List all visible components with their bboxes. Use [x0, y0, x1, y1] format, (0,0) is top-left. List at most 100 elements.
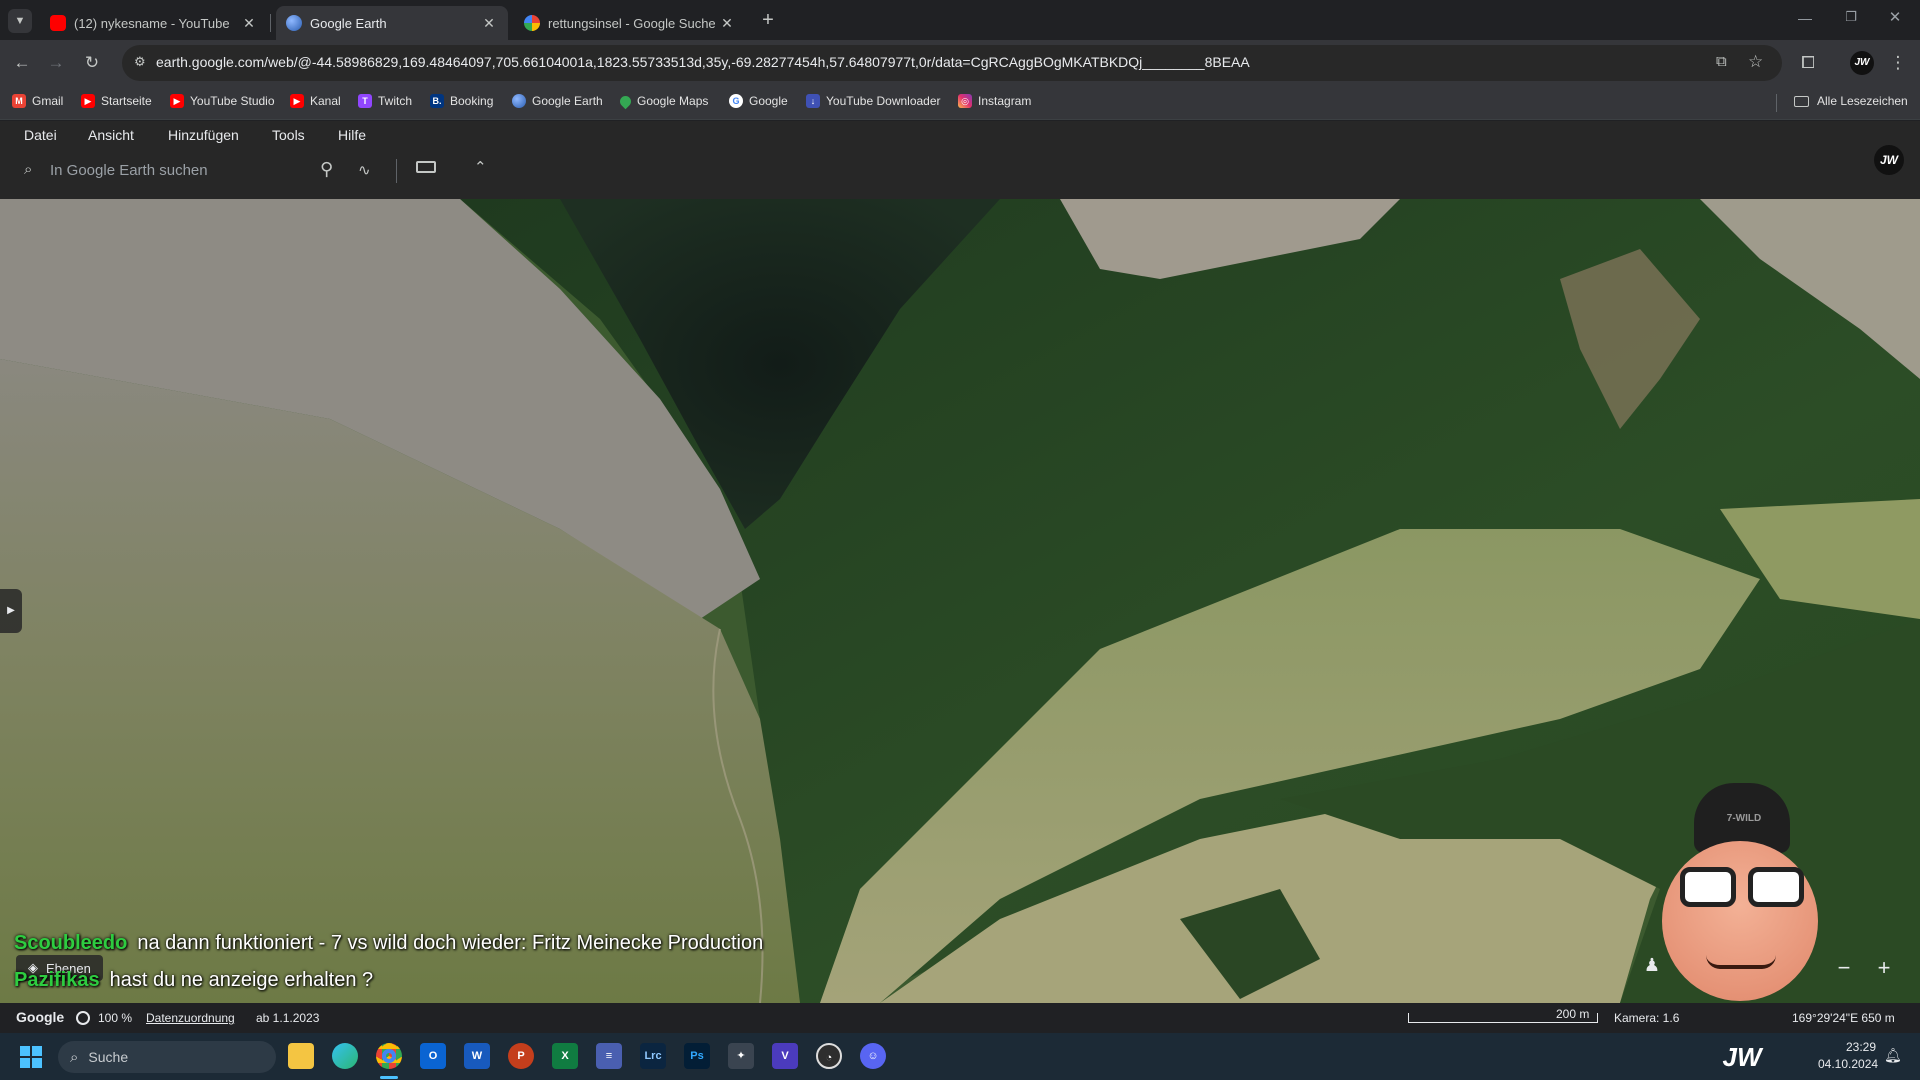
bookmark-youtube-studio[interactable]: ▶ YouTube Studio — [170, 94, 275, 108]
url-text[interactable]: earth.google.com/web/@-44.58986829,169.4… — [156, 54, 1250, 70]
menu-hilfe[interactable]: Hilfe — [338, 127, 366, 143]
tab-google-earth[interactable]: Google Earth ✕ — [276, 6, 508, 40]
chrome-icon[interactable] — [376, 1043, 402, 1069]
lightroom-classic-icon[interactable]: Lrc — [640, 1043, 666, 1069]
zoom-out-button[interactable]: − — [1830, 955, 1858, 983]
davinci-icon[interactable]: ✦ — [728, 1043, 754, 1069]
tab-youtube[interactable]: (12) nykesname - YouTube ✕ — [40, 6, 268, 40]
booking-icon: B. — [430, 94, 444, 108]
bookmark-booking[interactable]: B. Booking — [430, 94, 493, 108]
avatar-hat-text: 7-WILD — [1726, 813, 1762, 824]
close-icon[interactable]: ✕ — [480, 15, 498, 32]
earth-favicon-icon — [286, 15, 302, 31]
bookmark-instagram[interactable]: ◎ Instagram — [958, 94, 1031, 108]
obs-icon[interactable]: ◔ — [816, 1043, 842, 1069]
bookmark-star-icon[interactable]: ☆ — [1748, 52, 1763, 72]
restore-button[interactable]: ❐ — [1836, 9, 1866, 29]
earth-header: Datei Ansicht Hinzufügen Tools Hilfe ⌕ ⚲… — [0, 121, 1920, 199]
placemark-icon[interactable]: ⚲ — [320, 159, 333, 180]
install-app-icon[interactable]: ⧉ — [1716, 53, 1727, 70]
path-icon[interactable]: ∿ — [358, 161, 371, 179]
avatar-mouth — [1706, 955, 1776, 969]
google-brand: Google — [16, 1009, 65, 1025]
earth-icon — [512, 94, 526, 108]
camera-altitude: Kamera: 1.6 — [1614, 1011, 1680, 1025]
site-info-icon[interactable]: ⚙ — [134, 54, 146, 70]
bookmark-gmail[interactable]: M Gmail — [12, 94, 63, 108]
gmail-icon: M — [12, 94, 26, 108]
arrow-left-icon: ← — [13, 53, 31, 72]
folder-icon — [1794, 95, 1809, 107]
earth-3d-view[interactable]: ▶ Scoubleedo na dann funktioniert - 7 vs … — [0, 199, 1920, 1003]
bookmark-google[interactable]: G Google — [729, 94, 788, 108]
clock-date[interactable]: 04.10.2024 — [1818, 1057, 1878, 1071]
address-bar[interactable]: ⚙ earth.google.com/web/@-44.58986829,169… — [122, 45, 1782, 81]
maps-pin-icon — [617, 93, 634, 109]
edge-icon[interactable] — [332, 1043, 358, 1069]
outlook-icon[interactable]: O — [420, 1043, 446, 1069]
notification-bell-icon[interactable]: 🔔︎ — [1884, 1047, 1902, 1064]
bookmark-google-earth[interactable]: Google Earth — [512, 94, 603, 108]
close-window-button[interactable]: ✕ — [1880, 8, 1910, 28]
reload-button[interactable]: ↻ — [80, 51, 104, 75]
youtube-icon: ▶ — [170, 94, 184, 108]
back-button[interactable]: ← — [10, 51, 34, 75]
clock-time[interactable]: 23:29 — [1846, 1040, 1876, 1054]
search-icon: ⌕ — [24, 161, 33, 178]
search-input[interactable] — [50, 158, 290, 182]
powerpoint-icon[interactable]: P — [508, 1043, 534, 1069]
app-icon[interactable]: ≡ — [596, 1043, 622, 1069]
vegas-icon[interactable]: V — [772, 1043, 798, 1069]
discord-icon[interactable]: ☺ — [860, 1043, 886, 1069]
bookmark-twitch[interactable]: T Twitch — [358, 94, 412, 108]
taskbar-search[interactable]: ⌕ Suche — [58, 1041, 276, 1073]
ruler-icon[interactable] — [416, 161, 436, 173]
file-explorer-icon[interactable] — [288, 1043, 314, 1069]
collapse-toolbar-icon[interactable]: ⌃ — [474, 158, 487, 176]
tab-strip: ▼ (12) nykesname - YouTube ✕ Google Eart… — [0, 0, 1920, 40]
word-icon[interactable]: W — [464, 1043, 490, 1069]
menu-datei[interactable]: Datei — [24, 127, 57, 143]
menu-tools[interactable]: Tools — [272, 127, 305, 143]
minus-icon: − — [1837, 955, 1851, 980]
zoom-in-button[interactable]: + — [1870, 955, 1898, 983]
account-avatar[interactable]: JW — [1874, 145, 1904, 175]
menu-ansicht[interactable]: Ansicht — [88, 127, 134, 143]
bookmark-kanal[interactable]: ▶ Kanal — [290, 94, 341, 108]
bookmark-startseite[interactable]: ▶ Startseite — [81, 94, 152, 108]
kebab-menu-icon: ⋮ — [1889, 53, 1907, 72]
close-icon[interactable]: ✕ — [240, 15, 258, 32]
reload-icon: ↻ — [84, 53, 100, 72]
side-panel-toggle[interactable]: ▶ — [0, 589, 22, 633]
tab-search-button[interactable]: ▼ — [8, 9, 32, 33]
excel-icon[interactable]: X — [552, 1043, 578, 1069]
all-bookmarks-button[interactable]: Alle Lesezeichen — [1794, 94, 1908, 108]
bookmark-youtube-downloader[interactable]: ↓ YouTube Downloader — [806, 94, 941, 108]
restore-icon: ❐ — [1845, 9, 1857, 24]
minimize-icon: — — [1798, 10, 1812, 26]
downloader-icon: ↓ — [806, 94, 820, 108]
avatar-face — [1662, 841, 1818, 1001]
extensions-button[interactable]: ⧠ — [1796, 51, 1820, 75]
chat-message: Scoubleedo na dann funktioniert - 7 vs wi… — [14, 932, 763, 955]
bookmarks-bar: M Gmail ▶ Startseite ▶ YouTube Studio ▶ Kana… — [0, 86, 1920, 120]
attribution-link[interactable]: Datenzuordnung — [146, 1011, 235, 1025]
chat-username: Pazifikas — [14, 969, 100, 991]
arrow-right-icon: → — [47, 53, 65, 72]
profile-avatar[interactable]: JW — [1850, 51, 1874, 75]
tab-label: Google Earth — [310, 15, 387, 31]
minimize-button[interactable]: — — [1790, 10, 1820, 30]
photoshop-icon[interactable]: Ps — [684, 1043, 710, 1069]
youtube-icon: ▶ — [81, 94, 95, 108]
forward-button[interactable]: → — [44, 51, 68, 75]
new-tab-button[interactable]: + — [756, 9, 780, 33]
menu-button[interactable]: ⋮ — [1886, 51, 1910, 75]
tab-google-search[interactable]: rettungsinsel - Google Suche ✕ — [514, 6, 746, 40]
menu-hinzufuegen[interactable]: Hinzufügen — [168, 127, 239, 143]
windows-start-icon[interactable] — [20, 1046, 42, 1068]
streamer-avatar: 7-WILD — [1648, 783, 1834, 1003]
youtube-icon: ▶ — [290, 94, 304, 108]
chat-message: Pazifikas hast du ne anzeige erhalten ? — [14, 969, 373, 992]
bookmark-google-maps[interactable]: Google Maps — [617, 93, 708, 109]
close-icon[interactable]: ✕ — [718, 15, 736, 32]
